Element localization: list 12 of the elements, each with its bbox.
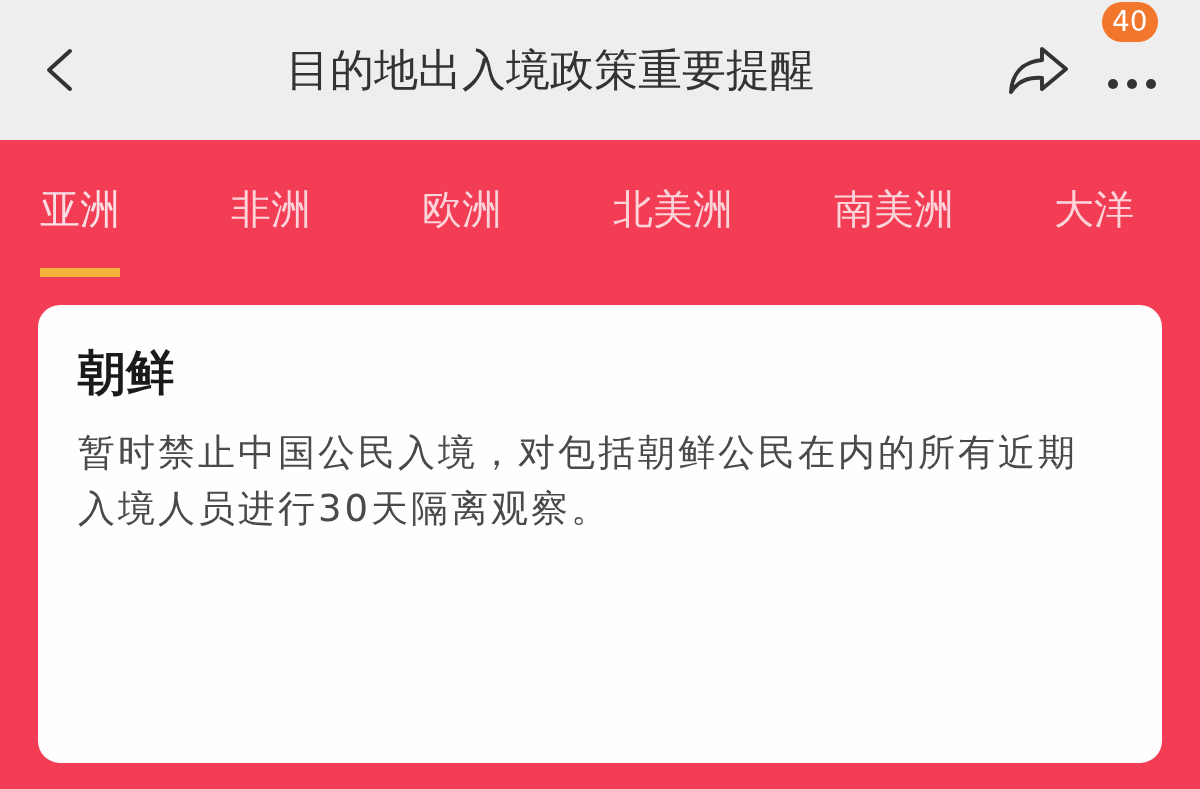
region-tab[interactable]: 南美洲	[834, 182, 954, 292]
policy-text: 暂时禁止中国公民入境，对包括朝鲜公民在内的所有近期入境人员进行30天隔离观察。	[78, 430, 1079, 532]
country-title: 朝鲜	[78, 343, 175, 402]
notification-badge: 40	[1102, 2, 1158, 42]
page-title: 目的地出入境政策重要提醒	[285, 42, 815, 97]
region-tab[interactable]: 欧洲	[422, 182, 502, 292]
region-tab[interactable]: 非洲	[231, 182, 311, 292]
region-tab[interactable]: 大洋	[1054, 182, 1134, 292]
back-icon[interactable]	[44, 48, 74, 92]
share-icon[interactable]	[1006, 45, 1070, 95]
more-icon[interactable]	[1107, 78, 1157, 90]
region-tab[interactable]: 北美洲	[613, 182, 733, 292]
